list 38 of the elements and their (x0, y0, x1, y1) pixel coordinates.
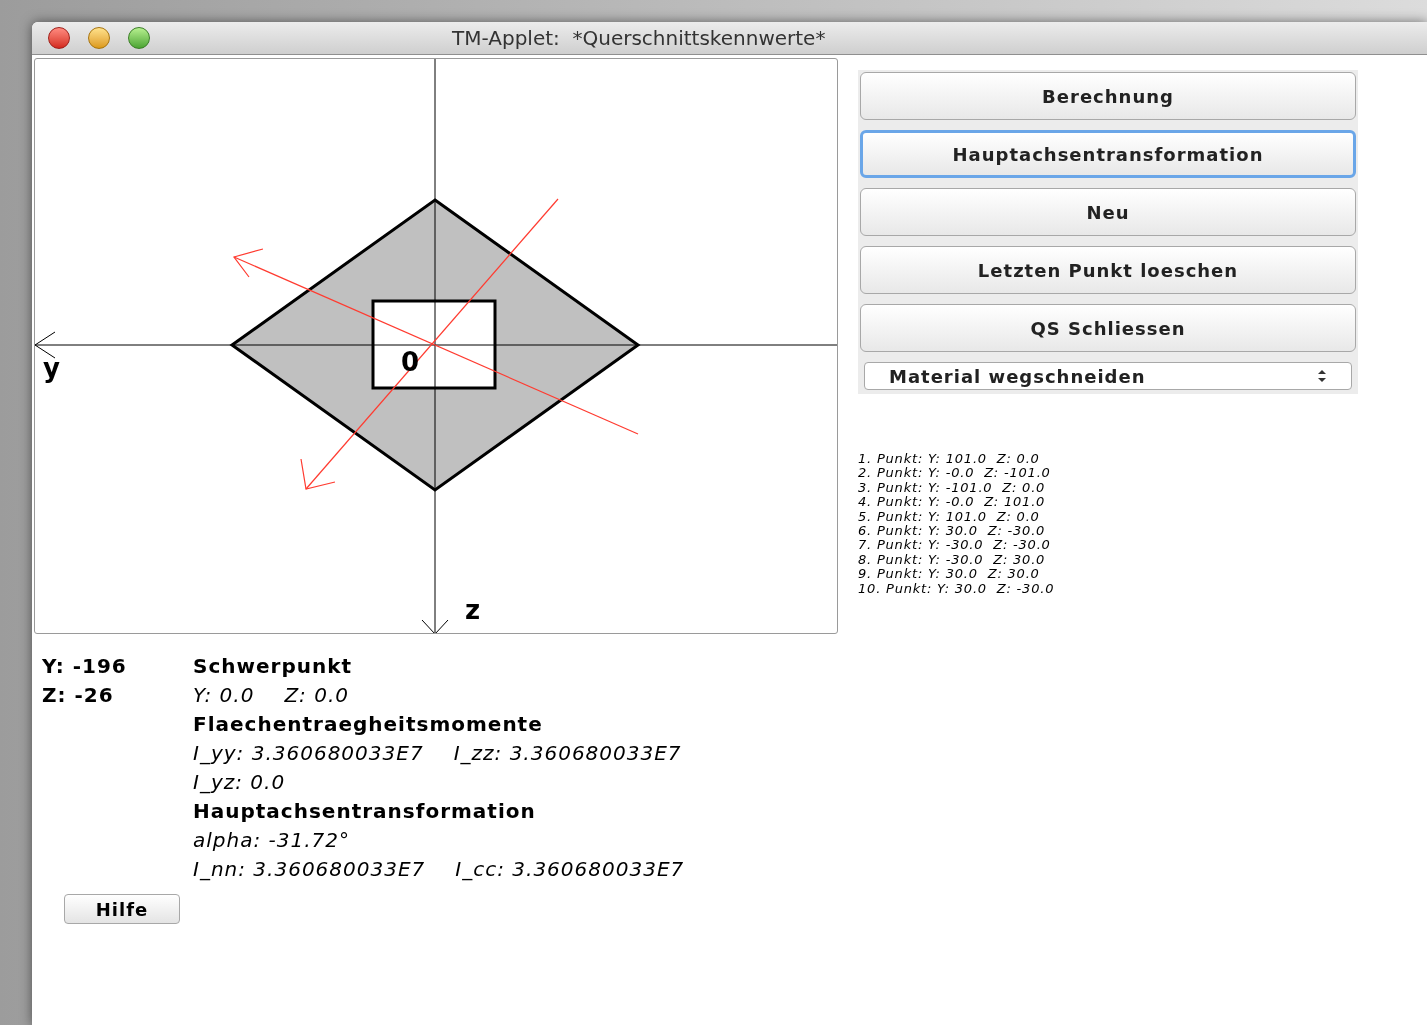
window-title: TM-Applet: *Querschnittskennwerte* (452, 25, 826, 52)
result-value: I_cc: 3.360680033E7 (455, 856, 685, 883)
section-heading: Flaechentraegheitsmomente (193, 711, 544, 738)
action-button[interactable]: Hauptachsentransformation (860, 130, 1356, 178)
point-entry: 5. Punkt: Y: 101.0 Z: 0.0 (858, 509, 1041, 525)
section-heading: Hauptachsentransformation (193, 798, 537, 825)
zoom-icon[interactable] (128, 27, 150, 49)
close-icon[interactable] (48, 27, 70, 49)
point-entry: 10. Punkt: Y: 30.0 Z: -30.0 (858, 581, 1056, 597)
cursor-coordinate: Y: -196 (42, 653, 128, 680)
result-value: alpha: -31.72° (193, 827, 350, 854)
result-value: I_yy: 3.360680033E7 (193, 740, 424, 767)
point-entry: 4. Punkt: Y: -0.0 Z: 101.0 (858, 495, 1047, 510)
section-heading: Schwerpunkt (193, 653, 354, 680)
result-value: Y: 0.0 (193, 682, 255, 709)
point-entry: 6. Punkt: Y: 30.0 Z: -30.0 (858, 524, 1047, 539)
axis-label: z (465, 597, 481, 623)
point-entry: 7. Punkt: Y: -30.0 Z: -30.0 (858, 538, 1052, 553)
point-entry: 3. Punkt: Y: -101.0 Z: 0.0 (858, 480, 1047, 496)
result-value: I_yz: 0.0 (193, 769, 286, 796)
axis-label: y (43, 355, 60, 381)
action-button[interactable]: QS Schliessen (860, 304, 1356, 352)
updown-icon (1317, 369, 1327, 383)
action-button[interactable]: Letzten Punkt loeschen (860, 246, 1356, 294)
minimize-icon[interactable] (88, 27, 110, 49)
mode-dropdown[interactable]: Material wegschneiden (864, 362, 1352, 390)
help-button[interactable]: Hilfe (64, 894, 180, 924)
result-value: I_nn: 3.360680033E7 (193, 856, 426, 883)
point-entry: 9. Punkt: Y: 30.0 Z: 30.0 (858, 567, 1041, 582)
origin-label: 0 (401, 349, 420, 375)
action-button[interactable]: Neu (860, 188, 1356, 236)
result-value: Z: 0.0 (284, 682, 349, 709)
point-entry: 1. Punkt: Y: 101.0 Z: 0.0 (858, 452, 1041, 467)
point-entry: 2. Punkt: Y: -0.0 Z: -101.0 (858, 466, 1052, 481)
result-value: I_zz: 3.360680033E7 (453, 740, 682, 767)
action-button[interactable]: Berechnung (860, 72, 1356, 120)
cursor-coordinate: Z: -26 (42, 682, 115, 709)
point-entry: 8. Punkt: Y: -30.0 Z: 30.0 (858, 552, 1047, 568)
